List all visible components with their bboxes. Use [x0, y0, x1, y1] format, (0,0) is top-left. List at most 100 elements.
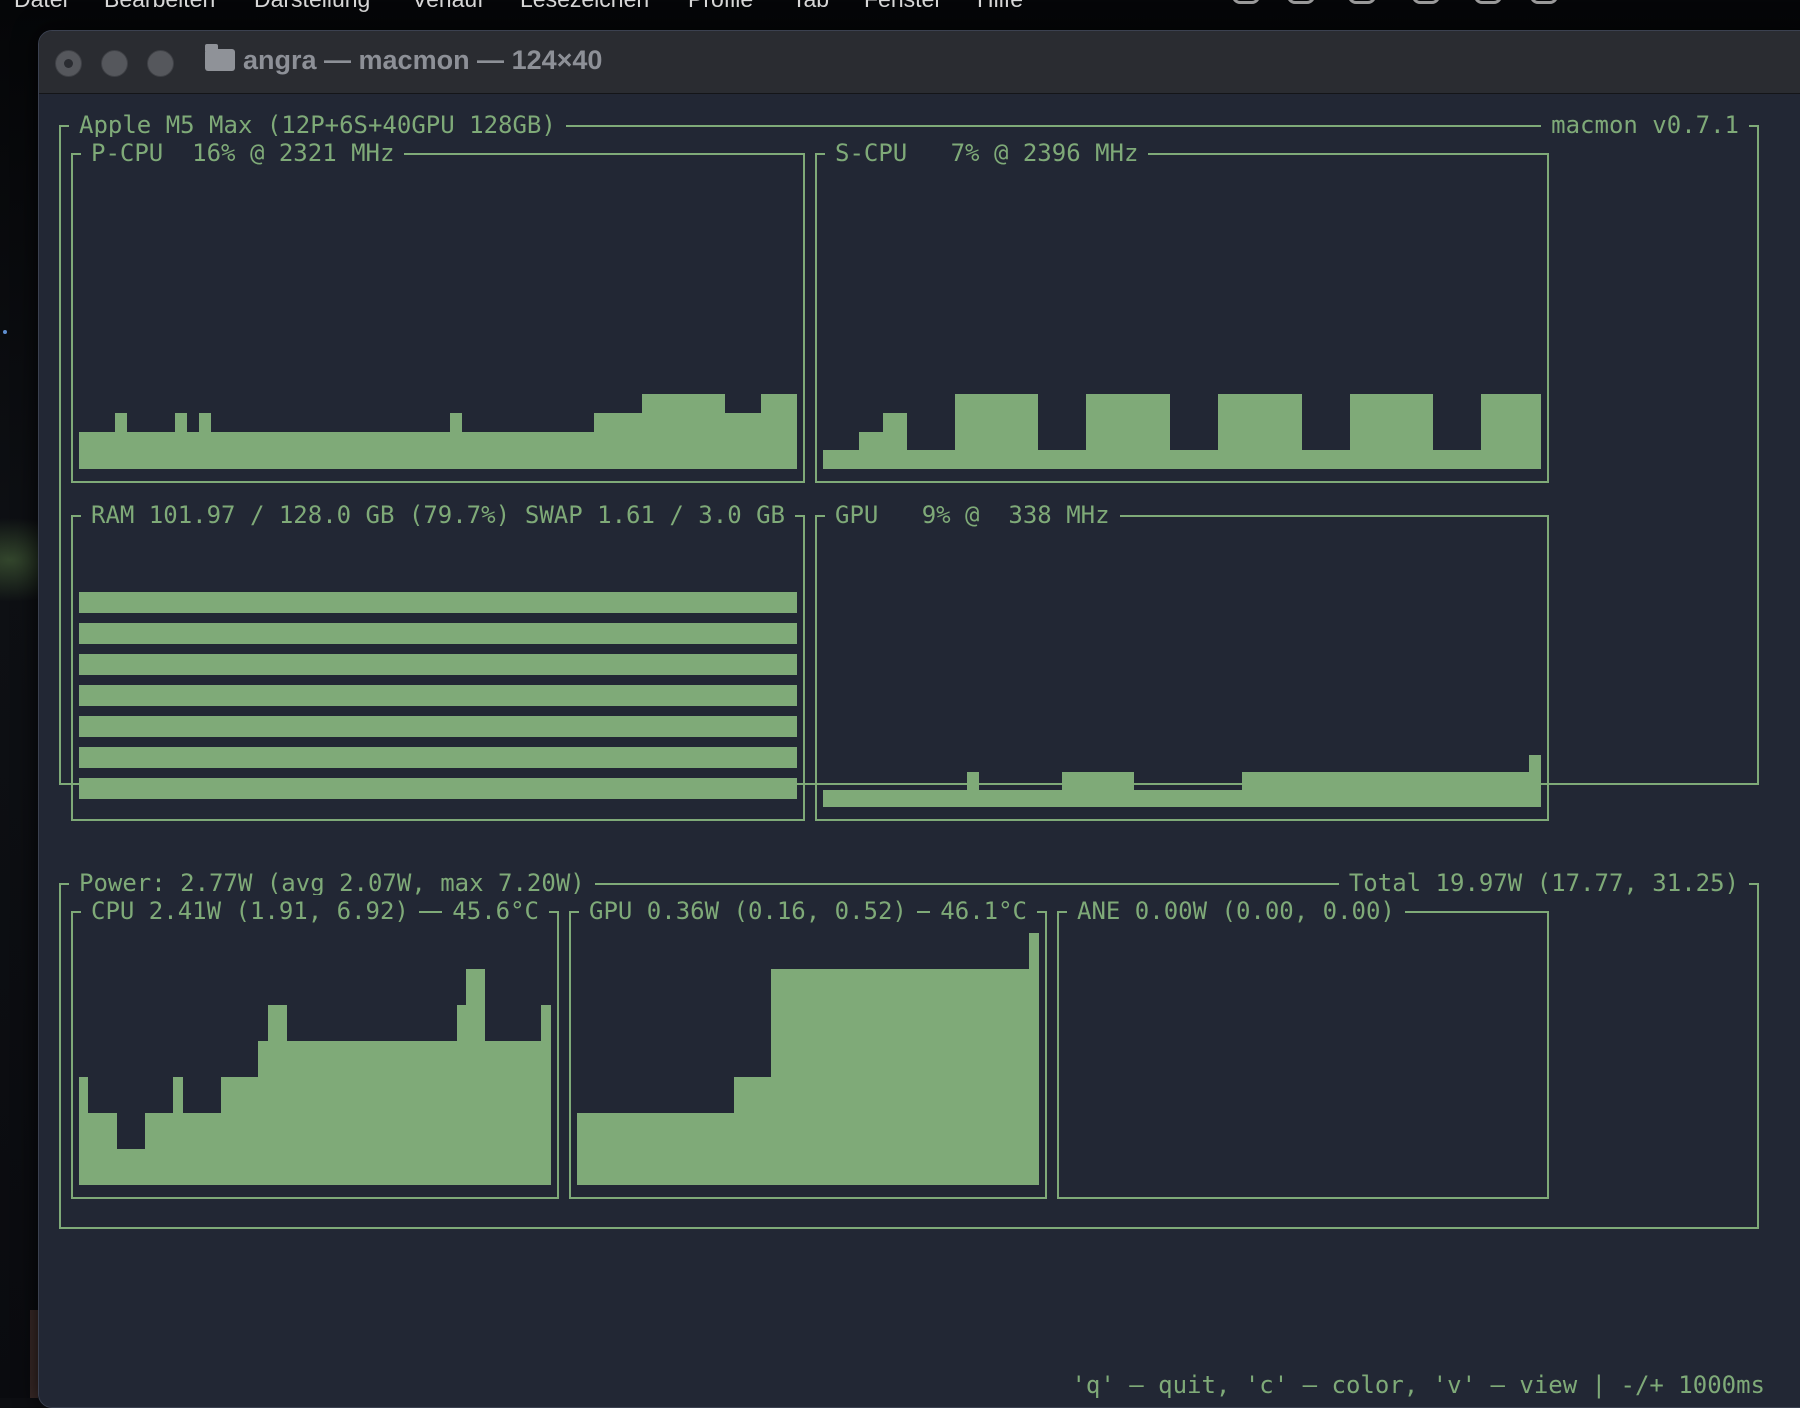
cpu-power-panel: CPU 2.41W (1.91, 6.92) 45.6°C	[71, 895, 559, 1199]
sparkline-bar	[1110, 394, 1123, 469]
sparkline-bar	[145, 1113, 155, 1185]
sparkline-bar	[324, 1041, 334, 1185]
menu-darstellung[interactable]: Darstellung	[254, 0, 370, 13]
sparkline-bar	[198, 412, 211, 469]
desktop-star	[3, 330, 7, 334]
sparkline-bar	[173, 1077, 183, 1185]
sparkline-bar	[706, 1113, 716, 1185]
sparkline-bar	[593, 412, 606, 469]
menu-profile[interactable]: Profile	[688, 0, 753, 13]
sparkline-bar	[465, 969, 476, 1185]
status-sync-icon[interactable]	[1348, 0, 1376, 4]
sparkline-bar	[381, 1041, 391, 1185]
menu-verlauf[interactable]: Verlauf	[412, 0, 484, 13]
sparkline-bar	[844, 969, 855, 1185]
menu-datei[interactable]: Datei	[14, 0, 68, 13]
menu-tab[interactable]: Tab	[792, 0, 829, 13]
close-button[interactable]	[55, 50, 82, 77]
sparkline-bar	[906, 789, 919, 807]
sparkline-bar	[909, 969, 919, 1185]
sparkline-bar	[1098, 772, 1111, 807]
sparkline-bar	[617, 412, 630, 469]
sparkline-bar	[1002, 789, 1015, 807]
sparkline-bar	[258, 431, 271, 469]
pcpu-sparkline	[79, 169, 798, 469]
sparkline-bar	[715, 1113, 725, 1185]
sparkline-bar	[660, 1113, 670, 1185]
ane-power-panel: ANE 0.00W (0.00, 0.00)	[1057, 895, 1549, 1199]
sparkline-bar	[697, 1113, 707, 1185]
status-clipboard-icon[interactable]	[1474, 0, 1502, 4]
sparkline-bar	[296, 1041, 306, 1185]
macmon-dashboard: Apple M5 Max (12P+6S+40GPU 128GB) macmon…	[39, 93, 1800, 1407]
gpu-panel: GPU 9% @ 338 MHz	[815, 499, 1549, 821]
sparkline-bar	[390, 1041, 400, 1185]
sparkline-bar	[1086, 394, 1099, 469]
menu-lesezeichen[interactable]: Lesezeichen	[520, 0, 649, 13]
status-dropbox-icon[interactable]	[1412, 0, 1440, 4]
ram-usage-bars	[79, 592, 797, 807]
sparkline-bar	[629, 412, 642, 469]
sparkline-bar	[834, 450, 847, 469]
sparkline-bar	[1134, 789, 1147, 807]
sparkline-bar	[1409, 394, 1422, 469]
sparkline-bar	[992, 969, 1002, 1185]
pcpu-label: P-CPU 16% @ 2321 MHz	[81, 137, 405, 169]
minimize-button[interactable]	[101, 50, 128, 77]
sparkline-bar	[473, 431, 486, 469]
menu-bar: Datei Bearbeiten Darstellung Verlauf Les…	[0, 0, 1800, 16]
sparkline-bar	[954, 789, 967, 807]
sparkline-bar	[371, 1041, 381, 1185]
sparkline-bar	[484, 1041, 495, 1185]
sparkline-bar	[1289, 394, 1302, 469]
sparkline-bar	[632, 1113, 642, 1185]
sparkline-bar	[724, 1113, 734, 1185]
sparkline-bar	[1011, 969, 1021, 1185]
sparkline-bar	[749, 412, 762, 469]
menu-fenster[interactable]: Fenster	[864, 0, 942, 13]
status-extension-icon[interactable]	[1232, 0, 1260, 4]
sparkline-bar	[1301, 772, 1314, 807]
sparkline-bar	[1241, 772, 1254, 807]
sparkline-bar	[399, 1041, 410, 1185]
sparkline-bar	[286, 1041, 297, 1185]
sparkline-bar	[1146, 394, 1159, 469]
zoom-button[interactable]	[147, 50, 174, 77]
sparkline-bar	[366, 431, 379, 469]
version-label: macmon v0.7.1	[1541, 109, 1749, 141]
menu-bearbeiten[interactable]: Bearbeiten	[104, 0, 215, 13]
terminal-window[interactable]: angra — macmon — 124×40 Apple M5 Max (12…	[38, 30, 1800, 1408]
sparkline-bar	[378, 431, 391, 469]
sparkline-bar	[1014, 789, 1027, 807]
sparkline-bar	[1385, 394, 1398, 469]
sparkline-bar	[1217, 789, 1230, 807]
sparkline-bar	[1421, 772, 1434, 807]
sparkline-bar	[485, 431, 498, 469]
sparkline-bar	[107, 1113, 117, 1185]
sparkline-bar	[541, 1005, 551, 1185]
status-password-icon[interactable]	[1287, 0, 1315, 4]
status-download-icon[interactable]	[1530, 0, 1558, 4]
sparkline-bar	[930, 789, 943, 807]
cpu-temp-label: 45.6°C	[442, 895, 549, 927]
sparkline-bar	[1265, 394, 1278, 469]
sparkline-bar	[1409, 772, 1422, 807]
sparkline-bar	[1325, 772, 1338, 807]
sparkline-bar	[305, 1041, 315, 1185]
sparkline-bar	[577, 1113, 587, 1185]
sparkline-bar	[333, 1041, 344, 1185]
scpu-sparkline	[823, 169, 1542, 469]
sparkline-bar	[1029, 933, 1039, 1185]
folder-icon	[205, 44, 235, 71]
sparkline-bar	[450, 412, 462, 469]
sparkline-bar	[733, 1077, 744, 1185]
sparkline-bar	[595, 1113, 605, 1185]
sparkline-bar	[954, 394, 967, 469]
sparkline-bar	[701, 394, 714, 469]
menu-hilfe[interactable]: Hilfe	[977, 0, 1023, 13]
sparkline-bar	[823, 450, 835, 469]
sparkline-bar	[641, 1113, 651, 1185]
sparkline-bar	[743, 1077, 753, 1185]
sparkline-bar	[246, 431, 259, 469]
window-titlebar[interactable]: angra — macmon — 124×40	[39, 31, 1800, 94]
